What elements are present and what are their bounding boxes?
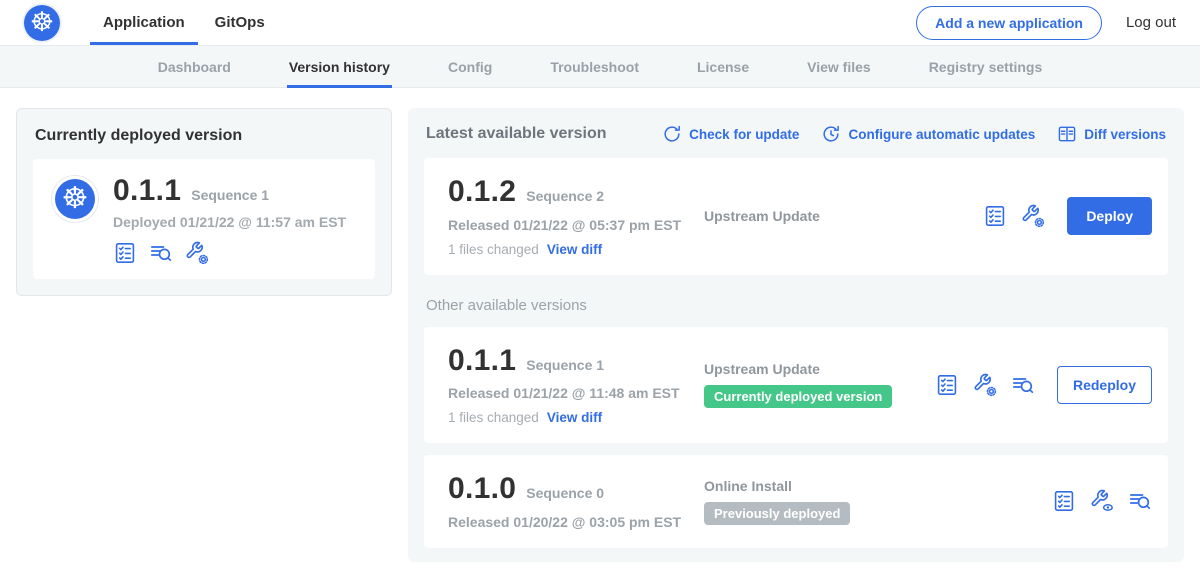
- version-row-0-1-1: 0.1.1 Sequence 1 Released 01/21/22 @ 11:…: [424, 327, 1168, 444]
- currently-deployed-card: Currently deployed version ☸ 0.1.1 Seque…: [16, 108, 392, 296]
- deployed-version-tile: ☸ 0.1.1 Sequence 1 Deployed 01/21/22 @ 1…: [33, 159, 375, 279]
- version-info: 0.1.0 Sequence 0 Released 01/20/22 @ 03:…: [448, 473, 696, 530]
- subnav-item-view-files[interactable]: View files: [807, 46, 871, 88]
- preflight-checks-icon[interactable]: [1052, 489, 1076, 513]
- other-available-versions-title: Other available versions: [426, 297, 1166, 314]
- currently-deployed-title: Currently deployed version: [35, 127, 375, 145]
- refresh-icon: [662, 124, 682, 144]
- edit-config-icon[interactable]: [185, 241, 209, 265]
- sequence-label: Sequence 1: [526, 357, 604, 373]
- version-number: 0.1.1: [448, 345, 516, 377]
- version-info: 0.1.1 Sequence 1 Released 01/21/22 @ 11:…: [448, 345, 696, 426]
- panel-actions: Check for update Configure automatic upd…: [662, 124, 1166, 144]
- subnav-item-config[interactable]: Config: [448, 46, 492, 88]
- view-diff-link[interactable]: View diff: [547, 410, 602, 425]
- latest-available-title: Latest available version: [426, 125, 607, 143]
- subnav-item-version-history[interactable]: Version history: [289, 46, 390, 88]
- view-logs-icon[interactable]: [149, 241, 173, 265]
- version-actions: Deploy: [983, 197, 1152, 235]
- app-logo: ☸: [51, 175, 99, 223]
- check-for-update-link[interactable]: Check for update: [662, 124, 799, 144]
- version-actions: Redeploy: [935, 366, 1152, 404]
- edit-config-icon[interactable]: [1021, 204, 1045, 228]
- versions-panel-header: Latest available version Check for updat…: [426, 124, 1166, 144]
- top-nav-bar: ☸ Application GitOps Add a new applicati…: [0, 0, 1200, 46]
- version-actions: [1052, 489, 1152, 513]
- version-source: Upstream Update Currently deployed versi…: [696, 361, 935, 408]
- files-changed-label: 1 files changed: [448, 242, 539, 257]
- version-number: 0.1.0: [448, 473, 516, 505]
- add-application-button[interactable]: Add a new application: [916, 6, 1102, 40]
- deployed-timestamp: Deployed 01/21/22 @ 11:57 am EST: [113, 214, 346, 230]
- source-label: Upstream Update: [704, 208, 983, 224]
- subnav-item-license[interactable]: License: [697, 46, 749, 88]
- version-number: 0.1.2: [448, 176, 516, 208]
- version-source: Upstream Update: [696, 208, 983, 224]
- diff-versions-link[interactable]: Diff versions: [1057, 124, 1166, 144]
- preflight-checks-icon[interactable]: [935, 373, 959, 397]
- tab-gitops[interactable]: GitOps: [200, 0, 280, 45]
- check-for-update-label: Check for update: [689, 127, 799, 142]
- app-subnav: Dashboard Version history Config Trouble…: [0, 46, 1200, 88]
- versions-panel: Latest available version Check for updat…: [408, 108, 1184, 562]
- source-label: Online Install: [704, 478, 1052, 494]
- deployed-version-number: 0.1.1: [113, 175, 181, 207]
- view-diff-link[interactable]: View diff: [547, 242, 602, 257]
- view-logs-icon[interactable]: [1011, 373, 1035, 397]
- edit-config-icon[interactable]: [973, 373, 997, 397]
- configure-automatic-updates-link[interactable]: Configure automatic updates: [821, 124, 1035, 144]
- auto-update-clock-icon: [821, 124, 841, 144]
- version-info: 0.1.2 Sequence 2 Released 01/21/22 @ 05:…: [448, 176, 696, 257]
- tab-application[interactable]: Application: [88, 0, 200, 45]
- view-logs-icon[interactable]: [1128, 489, 1152, 513]
- kubernetes-app-icon: ☸: [55, 179, 95, 219]
- subnav-item-registry-settings[interactable]: Registry settings: [929, 46, 1043, 88]
- diff-versions-label: Diff versions: [1084, 127, 1166, 142]
- version-row-0-1-2: 0.1.2 Sequence 2 Released 01/21/22 @ 05:…: [424, 158, 1168, 275]
- diff-icon: [1057, 124, 1077, 144]
- sequence-label: Sequence 2: [526, 188, 604, 204]
- version-row-0-1-0: 0.1.0 Sequence 0 Released 01/20/22 @ 03:…: [424, 455, 1168, 548]
- currently-deployed-badge: Currently deployed version: [704, 385, 892, 408]
- source-label: Upstream Update: [704, 361, 935, 377]
- deploy-button[interactable]: Deploy: [1067, 197, 1152, 235]
- released-timestamp: Released 01/21/22 @ 11:48 am EST: [448, 385, 696, 401]
- main-content: Currently deployed version ☸ 0.1.1 Seque…: [0, 88, 1200, 582]
- released-timestamp: Released 01/20/22 @ 03:05 pm EST: [448, 514, 696, 530]
- version-source: Online Install Previously deployed: [696, 478, 1052, 525]
- subnav-item-troubleshoot[interactable]: Troubleshoot: [550, 46, 639, 88]
- deployed-version-info: 0.1.1 Sequence 1 Deployed 01/21/22 @ 11:…: [113, 175, 346, 265]
- redeploy-button[interactable]: Redeploy: [1057, 366, 1152, 404]
- logout-button[interactable]: Log out: [1126, 14, 1176, 31]
- header-right-actions: Add a new application Log out: [916, 6, 1176, 40]
- deployed-action-icons: [113, 241, 346, 265]
- kubernetes-logo-icon: ☸: [24, 5, 60, 41]
- configure-automatic-updates-label: Configure automatic updates: [848, 127, 1035, 142]
- files-changed-label: 1 files changed: [448, 410, 539, 425]
- previously-deployed-badge: Previously deployed: [704, 502, 850, 525]
- sequence-label: Sequence 0: [526, 485, 604, 501]
- released-timestamp: Released 01/21/22 @ 05:37 pm EST: [448, 217, 696, 233]
- subnav-item-dashboard[interactable]: Dashboard: [158, 46, 231, 88]
- view-config-icon[interactable]: [1090, 489, 1114, 513]
- preflight-checks-icon[interactable]: [983, 204, 1007, 228]
- preflight-checks-icon[interactable]: [113, 241, 137, 265]
- deployed-sequence-label: Sequence 1: [191, 187, 269, 203]
